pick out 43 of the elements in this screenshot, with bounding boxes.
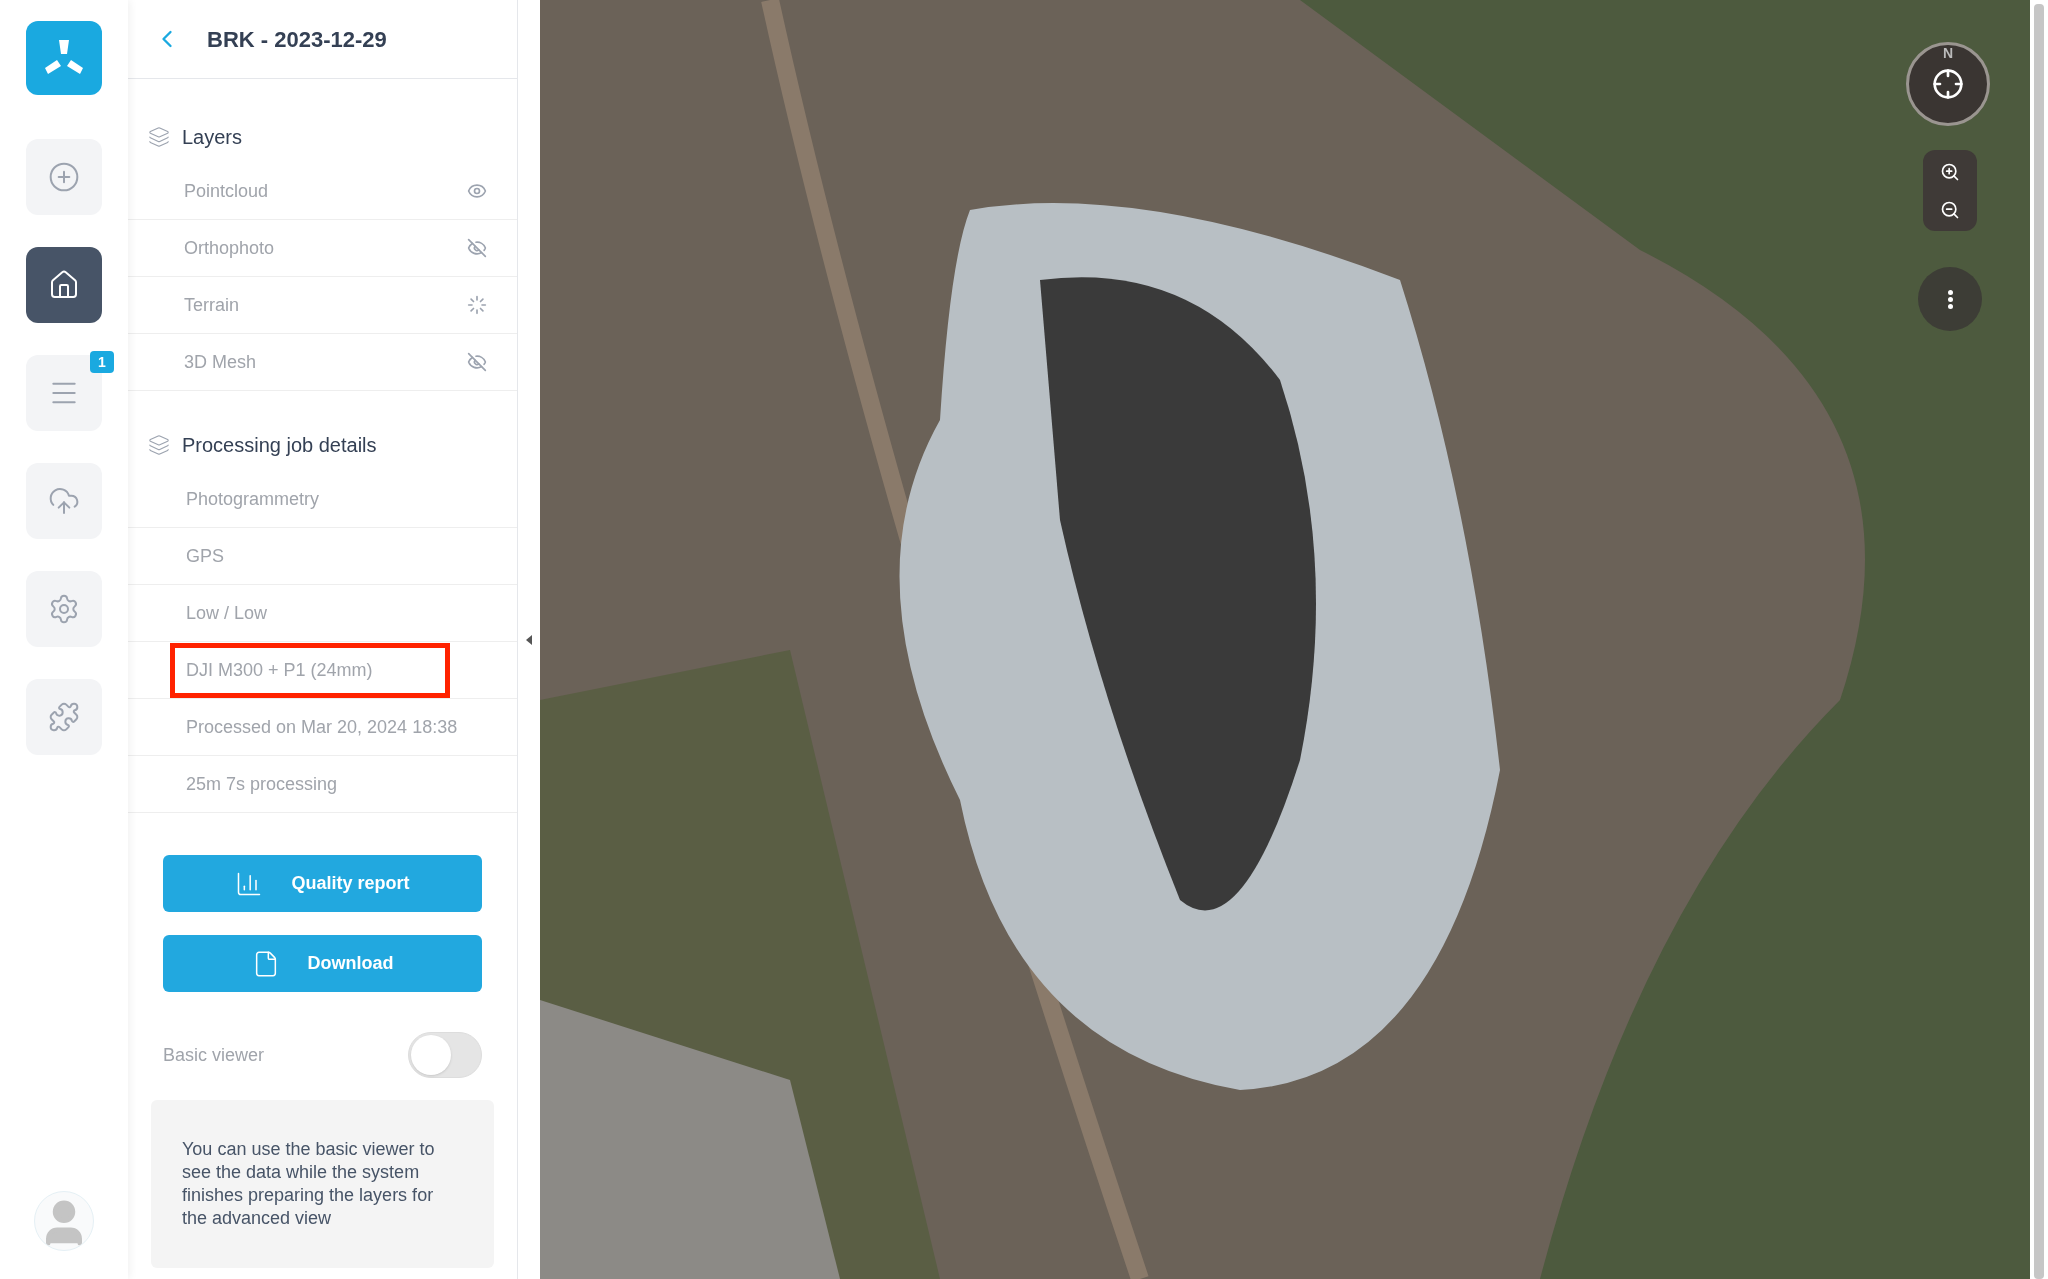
- layer-row[interactable]: Terrain: [128, 277, 517, 334]
- section-heading: Layers: [182, 125, 243, 150]
- app-logo[interactable]: [26, 21, 102, 95]
- layer-label: Terrain: [184, 293, 240, 317]
- home-icon: [48, 269, 80, 301]
- eye-icon[interactable]: [467, 181, 487, 201]
- basic-viewer-toggle[interactable]: [408, 1032, 482, 1078]
- nav-button[interactable]: [26, 247, 102, 323]
- stack-icon: [148, 434, 170, 456]
- more-icon: [1947, 289, 1953, 309]
- info-note: You can use the basic viewer to see the data while the system finishes preparing the layers for the advanced view: [151, 1100, 494, 1268]
- zoom-in-icon[interactable]: [1940, 161, 1960, 182]
- detail-text: Photogrammetry: [185, 487, 321, 511]
- crosshair-icon: [1932, 68, 1964, 100]
- scrollbar[interactable]: [2034, 4, 2044, 1279]
- layer-row[interactable]: Pointcloud: [128, 163, 517, 220]
- notification-badge: 1: [90, 351, 114, 373]
- layer-label: 3D Mesh: [184, 350, 257, 374]
- satellite-map[interactable]: N: [540, 0, 2030, 1279]
- detail-text: Processed on Mar 20, 2024 18:38: [185, 715, 459, 739]
- quality-report-button[interactable]: Quality report: [163, 855, 482, 912]
- collapse-arrow-icon[interactable]: [526, 634, 532, 645]
- download-button[interactable]: Download: [163, 935, 482, 992]
- settings-icon: [48, 593, 80, 625]
- layers-icon: [148, 126, 170, 148]
- eye-off-icon[interactable]: [467, 238, 487, 258]
- puzzle-icon: [48, 701, 80, 733]
- layer-label: Pointcloud: [184, 179, 269, 203]
- zoom-out-icon[interactable]: [1940, 199, 1960, 220]
- layer-label: Orthophoto: [184, 236, 275, 260]
- detail-text: GPS: [185, 544, 225, 568]
- layer-row[interactable]: Orthophoto: [128, 220, 517, 277]
- detail-text: DJI M300 + P1 (24mm): [170, 642, 450, 698]
- detail-text: 25m 7s processing: [185, 772, 339, 796]
- basic-viewer-label: Basic viewer: [163, 1043, 265, 1067]
- upload-cloud-icon: [48, 485, 80, 517]
- layer-row[interactable]: 3D Mesh: [128, 334, 517, 391]
- compass-north-label: N: [1942, 44, 1954, 63]
- detail-text: Low / Low: [185, 601, 269, 625]
- add-icon: [48, 161, 80, 193]
- eye-off-icon[interactable]: [467, 352, 487, 372]
- section-heading: Processing job details: [182, 433, 377, 458]
- page-title: BRK - 2023-12-29: [207, 25, 387, 54]
